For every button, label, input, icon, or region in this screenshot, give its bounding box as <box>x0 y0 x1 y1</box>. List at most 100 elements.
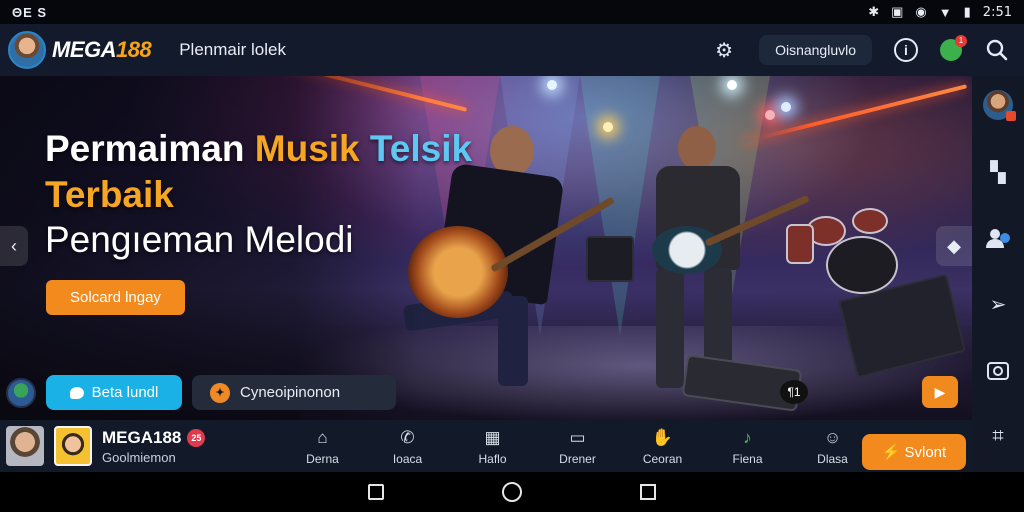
guitar <box>408 226 508 318</box>
drum <box>852 208 888 234</box>
status-icons: ✱ ▣ ◉ ▼ ▮ 2:51 <box>868 4 1012 20</box>
stage-light <box>781 102 791 112</box>
guitar <box>652 226 722 274</box>
status-left-text: ΘΕ S <box>12 4 48 20</box>
neon-strip <box>742 84 968 144</box>
app-screen: ΘΕ S ✱ ▣ ◉ ▼ ▮ 2:51 MEGA188 Plenmair lol… <box>0 0 1024 512</box>
alarm-icon: ◉ <box>915 4 927 19</box>
nav-label: Drener <box>559 451 596 466</box>
hero-banner: Permaiman Musik Telsik Terbaik Pengıeman… <box>0 76 972 420</box>
bottom-brand-badge: 25 <box>187 428 206 447</box>
nav-label: Ioaca <box>392 451 423 466</box>
light-beam <box>580 76 660 336</box>
profile-avatar[interactable] <box>983 90 1016 121</box>
header-actions: ⚙ Oisnangluvlo i 1 <box>711 35 1016 65</box>
musician-head <box>678 126 716 170</box>
amplifier <box>586 236 634 282</box>
home-button[interactable] <box>502 482 522 502</box>
info-icon[interactable]: i <box>894 38 918 62</box>
hero-actions: Beta lundl ✦ Cyneoipinonon <box>6 375 396 410</box>
bottom-brand: MEGA188 25 Goolmiemon <box>102 427 206 465</box>
pedal-badge: ¶1 <box>780 380 808 404</box>
bottom-bar: MEGA188 25 Goolmiemon ⌂ Derna ✆ Ioaca ▦ … <box>0 420 972 472</box>
header-pill-button[interactable]: Oisnangluvlo <box>759 35 872 65</box>
hero-title-word2: Musik <box>254 128 360 169</box>
bottom-brand-name: MEGA188 <box>102 427 182 447</box>
battery-icon: ▮ <box>963 4 971 19</box>
play-button[interactable]: ▶ <box>922 376 958 408</box>
bottom-brand-subtitle: Goolmiemon <box>102 449 176 465</box>
bottom-cta-label: Svlont <box>904 443 947 461</box>
hero-title-word1: Permaiman <box>45 128 255 169</box>
brand-logo[interactable]: MEGA188 <box>52 37 152 63</box>
recents-button[interactable] <box>640 484 656 500</box>
right-sidebar: ▚ ➢ ⌗ <box>972 76 1024 472</box>
nfc-icon: ▣ <box>891 4 904 19</box>
stage-light <box>765 110 775 120</box>
status-bar: ΘΕ S ✱ ▣ ◉ ▼ ▮ 2:51 <box>0 0 1024 24</box>
brand-number: 188 <box>116 37 152 62</box>
nav-item-derna[interactable]: ⌂ Derna <box>280 427 365 466</box>
nav-label: Dlasa <box>817 451 848 466</box>
header-subtitle: Plenmair lolek <box>179 40 286 59</box>
twitter-button-label: Beta lundl <box>91 384 159 401</box>
nav-item-ioaca[interactable]: ✆ Ioaca <box>365 427 450 466</box>
carousel-prev-button[interactable]: ‹ <box>0 226 28 266</box>
system-nav-bar <box>0 472 1024 512</box>
status-time: 2:51 <box>982 4 1012 20</box>
drum <box>826 236 898 294</box>
grid-icon: ▦ <box>484 427 501 447</box>
bottom-nav: ⌂ Derna ✆ Ioaca ▦ Haflo ▭ Drener ✋ Ceora… <box>280 420 875 472</box>
nav-label: Derna <box>306 451 339 466</box>
sparkle-icon: ✦ <box>210 382 230 403</box>
nav-label: Ceoran <box>642 451 683 466</box>
hero-title: Permaiman Musik Telsik Terbaik <box>45 126 472 218</box>
stage-light <box>547 80 557 90</box>
wifi-icon: ▼ <box>938 4 952 20</box>
music-icon: ♪ <box>743 427 752 447</box>
secondary-button-label: Cyneoipinonon <box>240 384 341 401</box>
community-avatar[interactable] <box>6 377 36 408</box>
send-icon[interactable]: ➢ <box>984 290 1012 318</box>
user-avatar[interactable] <box>8 31 46 69</box>
home-icon: ⌂ <box>317 427 328 447</box>
drum <box>786 224 814 264</box>
map-icon[interactable]: ▚ <box>984 158 1012 186</box>
hero-title-line2: Terbaik <box>45 174 174 215</box>
musician-leg <box>656 268 684 388</box>
carousel-next-button[interactable]: ◆ <box>936 226 972 266</box>
back-button[interactable] <box>368 484 384 500</box>
notification-count: 1 <box>955 35 967 47</box>
twitter-button[interactable]: Beta lundl <box>46 375 182 410</box>
secondary-button[interactable]: ✦ Cyneoipinonon <box>192 375 396 410</box>
twitter-icon <box>69 386 84 399</box>
nav-label: Fiena <box>732 451 763 466</box>
settings-icon[interactable]: ⚙ <box>711 37 737 63</box>
brand-prefix: MEGA <box>52 37 117 62</box>
search-icon[interactable] <box>984 37 1010 63</box>
notification-icon[interactable]: 1 <box>940 35 967 61</box>
nav-item-fiena[interactable]: ♪ Fiena <box>705 427 790 466</box>
bottom-cta-button[interactable]: ⚡ Svlont <box>862 434 966 470</box>
hero-title-word3: Telsik <box>359 128 473 169</box>
user-icon: ☺ <box>823 427 842 447</box>
nav-label: Haflo <box>478 451 507 466</box>
app-header: MEGA188 Plenmair lolek ⚙ Oisnangluvlo i … <box>0 24 1024 76</box>
friend-avatar[interactable] <box>54 426 92 466</box>
stage-light <box>603 122 613 132</box>
users-icon[interactable] <box>984 224 1012 252</box>
nav-item-haflo[interactable]: ▦ Haflo <box>450 427 535 466</box>
camera-icon[interactable] <box>984 356 1012 384</box>
phone-icon: ✆ <box>400 427 415 447</box>
tv-icon: ▭ <box>569 427 586 447</box>
friend-avatar[interactable] <box>6 426 44 466</box>
nav-item-ceoran[interactable]: ✋ Ceoran <box>620 427 705 466</box>
share-icon[interactable]: ⌗ <box>984 422 1012 450</box>
hero-subtitle: Pengıeman Melodi <box>45 219 354 260</box>
stage-light <box>727 80 737 90</box>
nav-item-drener[interactable]: ▭ Drener <box>535 427 620 466</box>
hero-cta-button[interactable]: Solcard lngay <box>46 280 185 315</box>
musician-leg <box>498 296 528 386</box>
bluetooth-icon: ✱ <box>868 4 880 19</box>
hand-icon: ✋ <box>651 427 674 447</box>
